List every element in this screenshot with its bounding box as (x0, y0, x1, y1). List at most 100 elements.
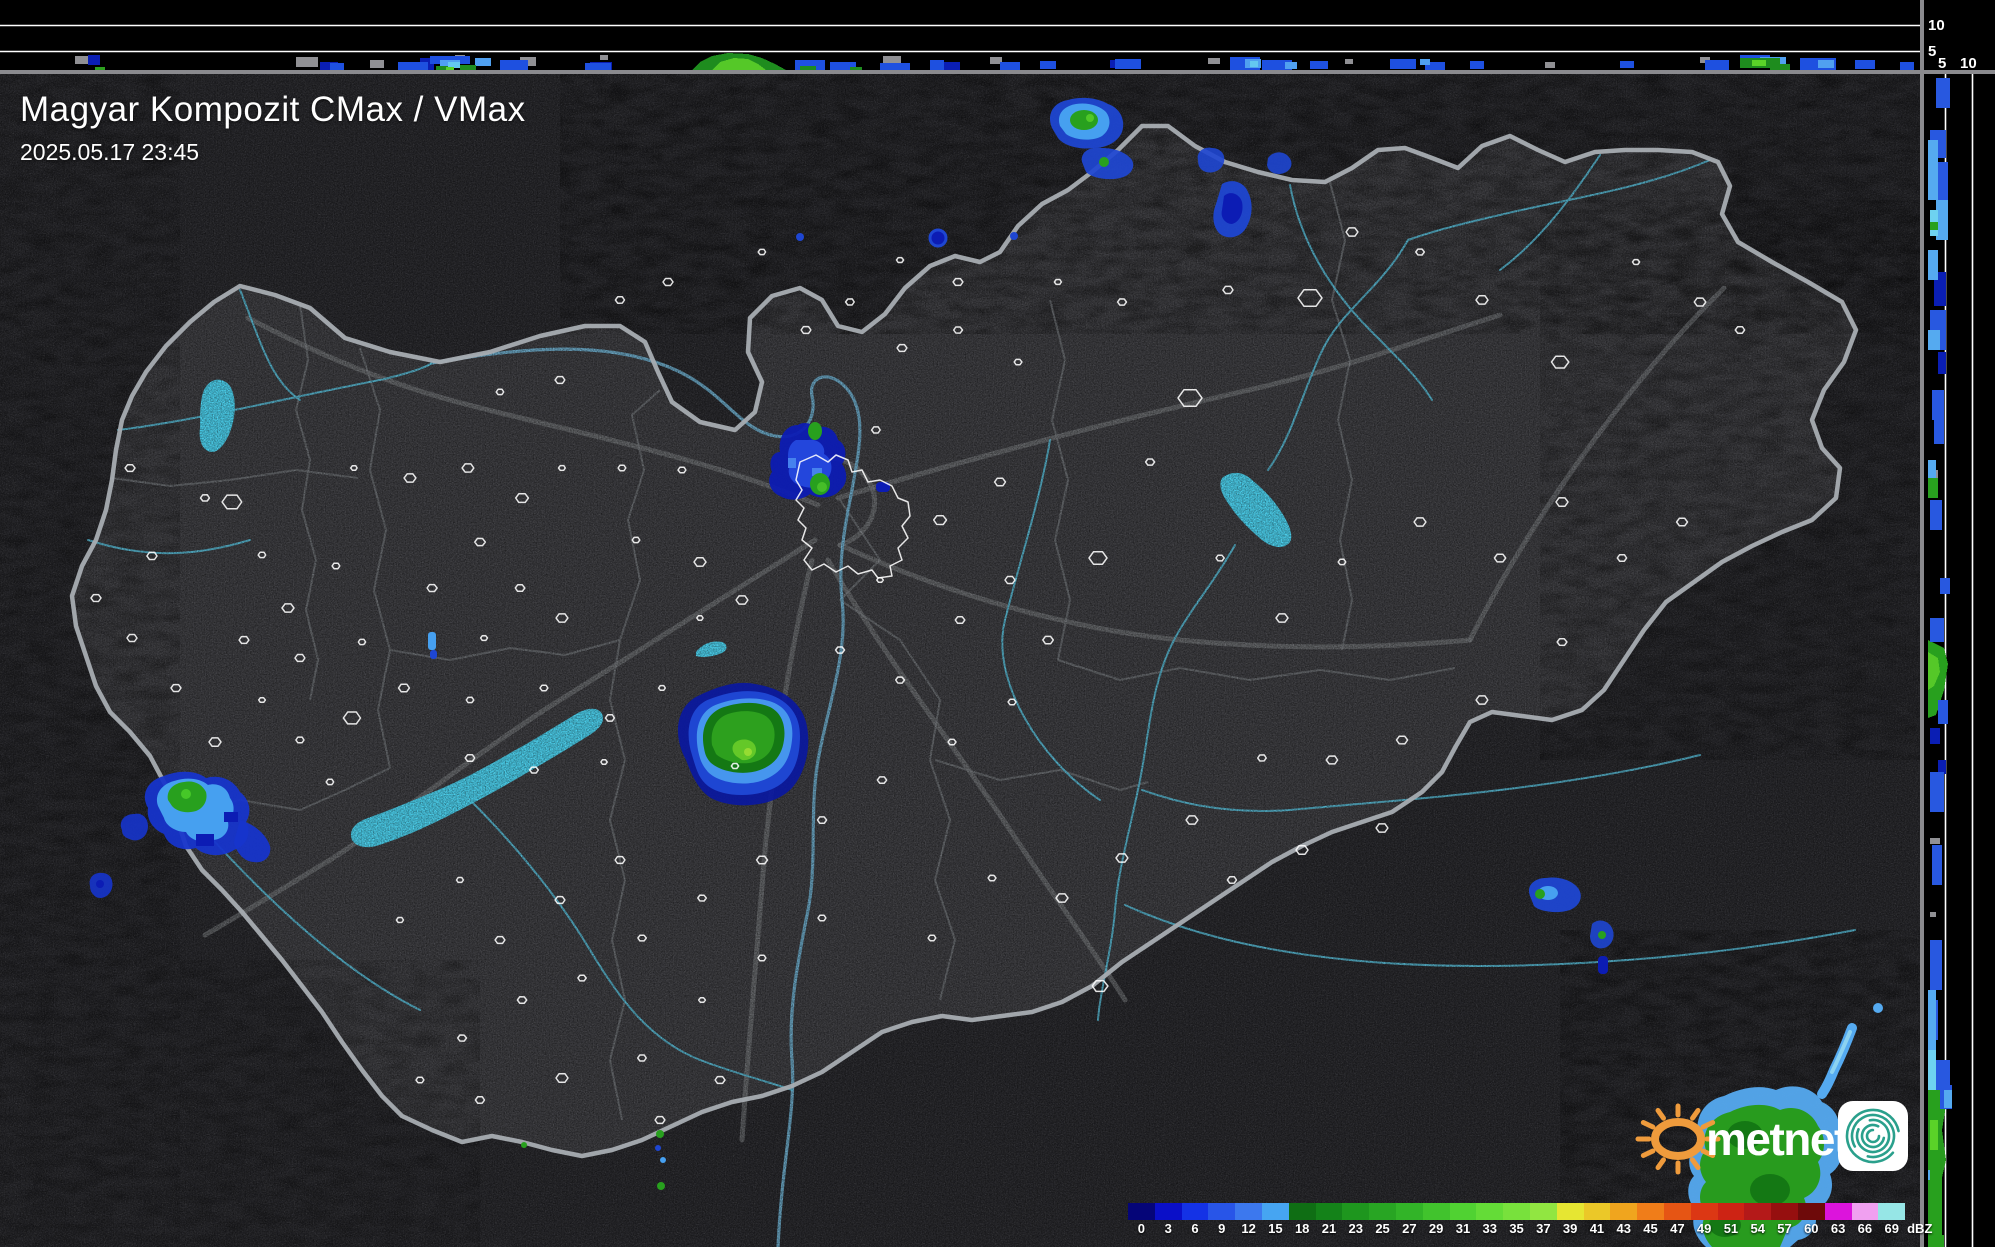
legend-unit: dBZ (1907, 1221, 1933, 1236)
cross-section-echo (1390, 59, 1416, 69)
legend-swatch (1717, 1203, 1745, 1220)
vertical-separator (1920, 0, 1924, 1247)
top-axis-label-10: 10 (1928, 17, 1945, 34)
legend-swatch (1369, 1203, 1396, 1220)
cross-section-echo (1752, 60, 1766, 66)
legend-cell: 29 (1422, 1203, 1450, 1236)
app-icon (1838, 1101, 1908, 1171)
legend-tick-label: 37 (1536, 1221, 1551, 1236)
legend-cell: 31 (1449, 1203, 1477, 1235)
cross-section-echo (398, 62, 428, 70)
cross-section-echo (1620, 61, 1634, 68)
legend-cell: 6 (1181, 1203, 1209, 1236)
legend-tick-label: 47 (1670, 1221, 1685, 1236)
legend-tick-label: 49 (1696, 1221, 1712, 1236)
cross-section-echo (370, 60, 384, 68)
cross-section-echo (1928, 140, 1938, 200)
terrain-grain-light (0, 74, 1920, 1247)
legend-swatch (1342, 1203, 1370, 1220)
cross-section-echo (1930, 940, 1942, 990)
legend-cell: 3 (1154, 1203, 1182, 1236)
cross-section-echo (1938, 162, 1948, 202)
map-timestamp: 2025.05.17 23:45 (20, 139, 200, 165)
metnet-logo[interactable]: metnet (1630, 1093, 1922, 1181)
legend-tick-label: 35 (1509, 1221, 1524, 1236)
legend-cell: 51 (1717, 1203, 1745, 1236)
right-axis-label-10: 10 (1960, 55, 1977, 72)
legend-cell: 23 (1342, 1203, 1370, 1236)
cross-section-echo (330, 63, 344, 70)
legend-tick-label: 3 (1164, 1221, 1172, 1236)
cross-section-echo (1930, 500, 1942, 530)
legend-cell: 47 (1663, 1203, 1691, 1236)
cross-section-echo (1545, 62, 1555, 68)
legend-swatch (1690, 1203, 1718, 1220)
legend-swatch (1208, 1203, 1236, 1220)
legend-tick-label: 23 (1348, 1221, 1363, 1236)
cross-section-echo (75, 56, 89, 64)
legend-tick-label: 69 (1884, 1221, 1899, 1236)
legend-tick-label: 6 (1191, 1221, 1199, 1236)
legend-swatch (1610, 1203, 1638, 1220)
cross-section-echo (1928, 990, 1936, 1050)
legend-cell: 57 (1771, 1203, 1798, 1235)
legend-cell: 60 (1797, 1203, 1825, 1236)
title-block: Magyar Kompozit CMax / VMax 2025.05.17 2… (20, 90, 526, 166)
cross-section-echo (460, 65, 476, 70)
cross-section-echo (1250, 61, 1258, 67)
legend-cell: 21 (1315, 1203, 1343, 1236)
legend-cell: 66 (1851, 1203, 1879, 1235)
legend-swatch (1583, 1203, 1611, 1220)
legend-cell: 69 (1878, 1203, 1906, 1236)
reflectivity-scale: 0 3 6 9 12 15 18 21 23 25 27 29 31 33 35 37 39 41 43 45 47 49… (1128, 1203, 1941, 1235)
legend-swatch (1476, 1203, 1504, 1220)
legend-cell: 43 (1610, 1203, 1638, 1236)
legend-cell: 0 (1128, 1203, 1155, 1235)
cross-section-echo (1932, 845, 1942, 885)
legend-cell: 49 (1690, 1203, 1718, 1236)
legend-tick-label: 21 (1321, 1221, 1337, 1236)
legend-tick-label: 12 (1241, 1221, 1256, 1236)
legend-tick-label: 43 (1616, 1221, 1631, 1236)
cross-section-echo (1705, 60, 1729, 70)
legend-cell: 45 (1637, 1203, 1664, 1235)
cross-section-echo (1928, 330, 1940, 350)
cross-section-echo (1818, 60, 1834, 68)
legend-cell: 54 (1744, 1203, 1772, 1235)
cross-section-echo (1928, 460, 1936, 480)
legend-swatch (1878, 1203, 1906, 1220)
legend-cell: 27 (1395, 1203, 1423, 1235)
legend-tick-label: 51 (1723, 1221, 1739, 1236)
legend-tick-label: 29 (1428, 1221, 1444, 1236)
legend-swatch (1744, 1203, 1772, 1220)
cross-section-echo (1930, 618, 1944, 642)
cross-section-echo (475, 58, 491, 66)
legend-swatch (1556, 1203, 1584, 1220)
cross-section-echo (1208, 58, 1220, 64)
sun-ring (1651, 1118, 1705, 1160)
top-cross-section (0, 0, 1924, 70)
legend-cell: 41 (1583, 1203, 1611, 1236)
cross-section-echo (1938, 352, 1946, 374)
legend-cell: 12 (1235, 1203, 1262, 1235)
legend-swatch (1422, 1203, 1450, 1220)
legend-swatch (1181, 1203, 1209, 1220)
legend-tick-label: 18 (1294, 1221, 1310, 1236)
logo-wordmark: metnet (1706, 1113, 1849, 1165)
legend-tick-label: 60 (1804, 1221, 1819, 1236)
cross-section-echo (1930, 772, 1944, 812)
legend-tick-label: 45 (1643, 1221, 1658, 1236)
cross-section-echo (1928, 690, 1938, 710)
radar-map-image[interactable]: 10 5 5 10 (0, 0, 1995, 1247)
legend-swatch (1663, 1203, 1691, 1220)
cross-section-echo (88, 55, 100, 65)
cross-section-echo (296, 57, 318, 67)
legend-tick-label: 41 (1589, 1221, 1605, 1236)
legend-tick-label: 0 (1137, 1221, 1146, 1236)
cross-section-echo (1420, 59, 1430, 65)
map-title: Magyar Kompozit CMax / VMax (20, 90, 526, 129)
legend-swatch (1637, 1203, 1664, 1220)
right-cross-section (1924, 74, 1995, 1247)
cross-section-echo (1932, 390, 1944, 420)
horizontal-separator (0, 70, 1995, 74)
